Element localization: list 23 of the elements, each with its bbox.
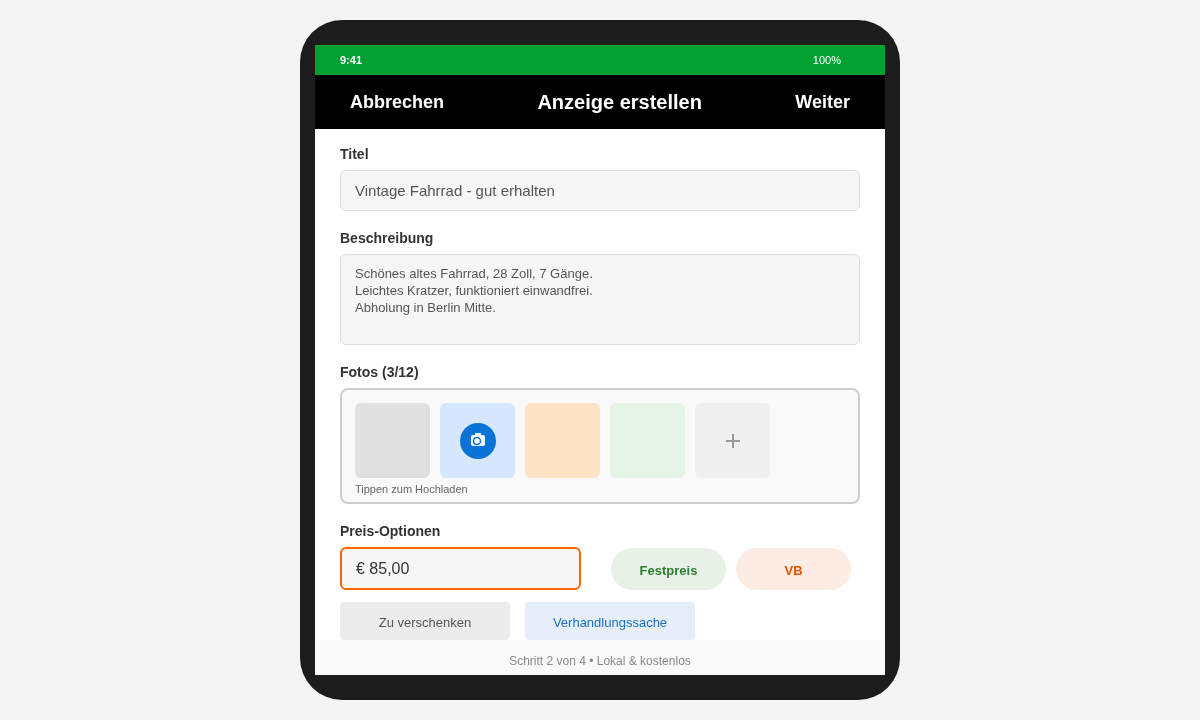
price-chip[interactable]: Festpreis (611, 547, 726, 590)
camera-icon (459, 422, 496, 459)
next-button[interactable]: Weiter (795, 91, 850, 113)
cancel-button[interactable]: Abbrechen (350, 91, 445, 113)
price-option-button[interactable]: Zu verschenken (340, 602, 510, 641)
add-photo-button[interactable] (695, 403, 770, 479)
plus-icon (724, 432, 741, 449)
price-option-button[interactable]: Verhandlungssache (525, 602, 695, 641)
upload-slot[interactable] (440, 403, 515, 479)
price-field[interactable]: € 85,00 (340, 547, 581, 591)
photo-slot[interactable] (355, 403, 430, 479)
battery-level: 100% (812, 53, 841, 66)
description-field[interactable]: Schönes altes Fahrrad, 28 Zoll, 7 Gänge. Leichtes Kratzer, funktioniert einwandfrei. Abholung in Berlin Mitte. (340, 254, 860, 346)
field-label: Preis-Optionen (340, 523, 442, 540)
field-label: Titel (340, 146, 370, 163)
upload-hint: Tippen zum Hochladen (355, 483, 469, 496)
field-label: Fotos (3/12) (340, 364, 420, 381)
status-time: 9:41 (340, 53, 363, 66)
screen-title: Anzeige erstellen (537, 90, 702, 114)
title-field[interactable]: Vintage Fahrrad - gut erhalten (340, 170, 860, 212)
photo-slot[interactable] (525, 403, 600, 479)
field-label: Beschreibung (340, 230, 435, 247)
step-info: Schritt 2 von 4 • Lokal & kostenlos (509, 652, 691, 668)
